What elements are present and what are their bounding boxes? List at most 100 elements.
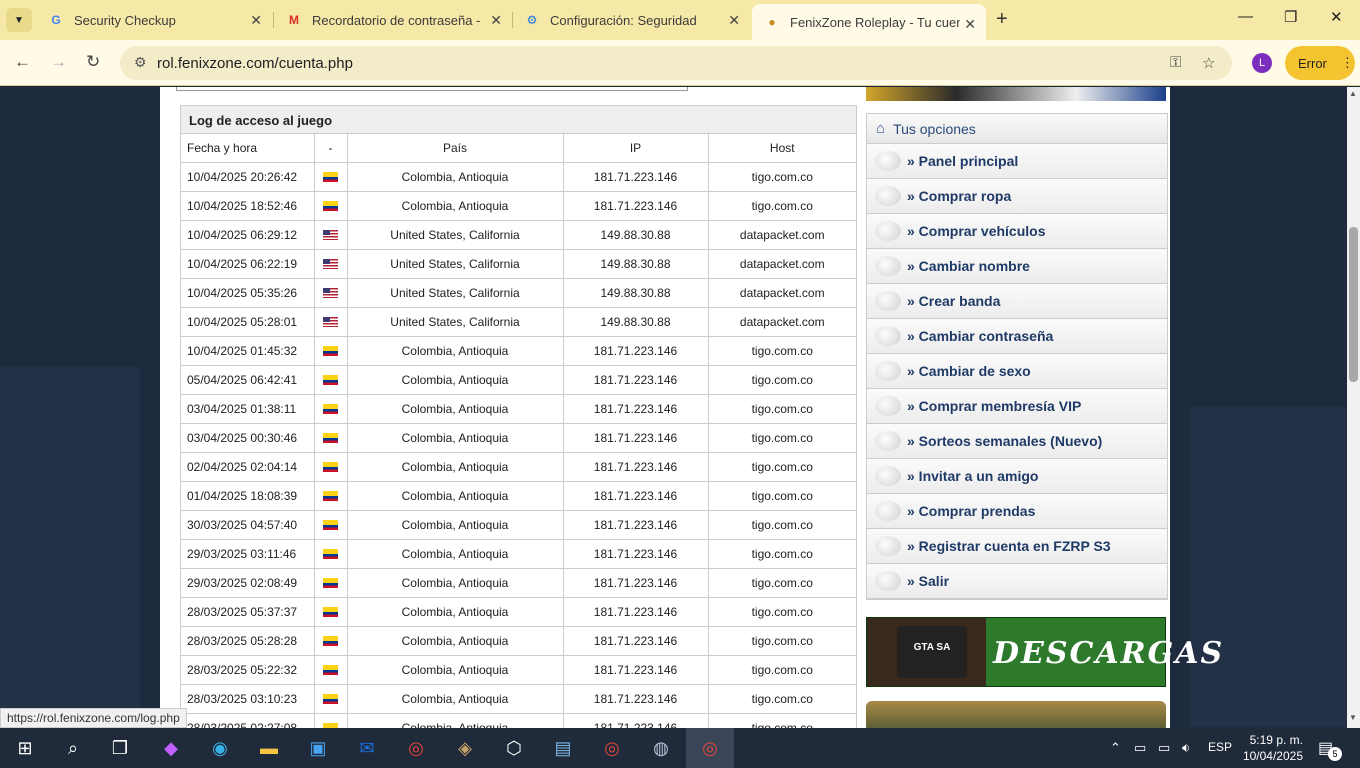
minimize-icon[interactable]: — bbox=[1238, 8, 1253, 25]
task-view-icon[interactable]: ❐ bbox=[107, 736, 133, 760]
log-flag-cell bbox=[314, 510, 348, 540]
unity-hub-icon[interactable]: ⬡ bbox=[501, 736, 527, 760]
log-country-cell: United States, California bbox=[347, 307, 564, 337]
page-scrollbar[interactable]: ▲ ▼ bbox=[1347, 87, 1360, 728]
table-row: 10/04/2025 05:35:26 United States, Califo… bbox=[181, 278, 856, 308]
network-icon[interactable]: ▭ bbox=[1158, 740, 1170, 756]
option-item[interactable]: » Crear banda bbox=[867, 284, 1167, 319]
log-ip-cell: 181.71.223.146 bbox=[563, 655, 709, 685]
log-date-cell: 28/03/2025 02:27:08 bbox=[181, 713, 315, 728]
chrome-profile-icon[interactable]: ◎ bbox=[599, 736, 625, 760]
log-ip-cell: 181.71.223.146 bbox=[563, 162, 709, 192]
tab-configuracion[interactable]: ⚙ Configuración: Seguridad ✕ bbox=[512, 0, 750, 40]
bookmark-star-icon[interactable]: ☆ bbox=[1202, 54, 1215, 72]
remote-desktop-icon[interactable]: ▤ bbox=[550, 736, 576, 760]
colombia-flag-icon bbox=[323, 520, 338, 531]
close-icon[interactable]: ✕ bbox=[964, 16, 976, 33]
tab-fenixzone[interactable]: ● FenixZone Roleplay - Tu cuenta ✕ bbox=[752, 4, 986, 40]
option-item[interactable]: » Comprar vehículos bbox=[867, 214, 1167, 249]
steam-icon[interactable]: ◍ bbox=[648, 736, 674, 760]
chrome-icon[interactable]: ◎ bbox=[403, 736, 429, 760]
option-label: » Cambiar de sexo bbox=[907, 363, 1031, 379]
tab-gmail[interactable]: M Recordatorio de contraseña - lu ✕ bbox=[274, 0, 512, 40]
avatar[interactable]: L bbox=[1252, 53, 1272, 73]
close-icon[interactable]: ✕ bbox=[490, 12, 502, 29]
tab-search-button[interactable]: ▼ bbox=[6, 8, 32, 32]
back-icon[interactable]: ← bbox=[14, 52, 31, 72]
colombia-flag-icon bbox=[323, 665, 338, 676]
restore-icon[interactable]: ❐ bbox=[1284, 8, 1297, 26]
address-bar[interactable]: ⚙ rol.fenixzone.com/cuenta.php ⚿ ☆ bbox=[120, 46, 1232, 80]
option-item[interactable]: » Panel principal bbox=[867, 144, 1167, 179]
chrome-active-icon[interactable]: ◎ bbox=[697, 736, 723, 760]
table-row: 10/04/2025 20:26:42 Colombia, Antioquia 18… bbox=[181, 162, 856, 192]
log-flag-cell bbox=[314, 162, 348, 192]
option-item[interactable]: » Invitar a un amigo bbox=[867, 459, 1167, 494]
colombia-flag-icon bbox=[323, 607, 338, 618]
access-log-table: Fecha y hora - País IP Host 10/04/2025 2… bbox=[181, 134, 856, 728]
option-item[interactable]: » Registrar cuenta en FZRP S3 bbox=[867, 529, 1167, 564]
table-row: 28/03/2025 05:28:28 Colombia, Antioquia 18… bbox=[181, 626, 856, 656]
scrollbar-thumb[interactable] bbox=[1349, 227, 1358, 382]
option-item[interactable]: » Cambiar de sexo bbox=[867, 354, 1167, 389]
log-date-cell: 28/03/2025 03:10:23 bbox=[181, 684, 315, 714]
column-header-ip: IP bbox=[563, 134, 709, 163]
log-host-cell: tigo.com.co bbox=[708, 568, 856, 598]
table-row: 28/03/2025 05:22:32 Colombia, Antioquia 18… bbox=[181, 655, 856, 685]
password-key-icon[interactable]: ⚿ bbox=[1170, 54, 1181, 71]
colombia-flag-icon bbox=[323, 694, 338, 705]
tray-chevron-icon[interactable]: ⌃ bbox=[1110, 740, 1121, 756]
system-clock[interactable]: 5:19 p. m. 10/04/2025 bbox=[1235, 732, 1303, 764]
new-tab-icon[interactable]: + bbox=[996, 8, 1008, 31]
microsoft-store-icon[interactable]: ▣ bbox=[305, 736, 331, 760]
table-row: 10/04/2025 06:29:12 United States, Califo… bbox=[181, 220, 856, 250]
option-item[interactable]: » Salir bbox=[867, 564, 1167, 599]
file-explorer-icon[interactable]: ▬ bbox=[256, 736, 282, 760]
option-item[interactable]: » Sorteos semanales (Nuevo) bbox=[867, 424, 1167, 459]
descargas-banner[interactable]: GTA SA DESCARGAS bbox=[866, 617, 1222, 687]
log-ip-cell: 181.71.223.146 bbox=[563, 365, 709, 395]
option-bullet-icon bbox=[875, 221, 901, 241]
table-row: 02/04/2025 02:04:14 Colombia, Antioquia 18… bbox=[181, 452, 856, 482]
table-row: 30/03/2025 04:57:40 Colombia, Antioquia 18… bbox=[181, 510, 856, 540]
gear-icon: ⚙ bbox=[526, 13, 538, 27]
search-icon[interactable]: ⌕ bbox=[60, 736, 86, 760]
table-header-row: Fecha y hora - País IP Host bbox=[181, 134, 856, 163]
column-header-host: Host bbox=[708, 134, 856, 163]
close-icon[interactable]: ✕ bbox=[250, 12, 262, 29]
close-window-icon[interactable]: ✕ bbox=[1330, 8, 1343, 26]
option-item[interactable]: » Comprar prendas bbox=[867, 494, 1167, 529]
log-flag-cell bbox=[314, 423, 348, 453]
tab-security-checkup[interactable]: G Security Checkup ✕ bbox=[36, 0, 272, 40]
table-row: 29/03/2025 03:11:46 Colombia, Antioquia 18… bbox=[181, 539, 856, 569]
tab-title: Recordatorio de contraseña - lu bbox=[312, 12, 482, 28]
option-item[interactable]: » Cambiar contraseña bbox=[867, 319, 1167, 354]
scroll-up-icon[interactable]: ▲ bbox=[1349, 89, 1357, 98]
close-icon[interactable]: ✕ bbox=[728, 12, 740, 29]
log-date-cell: 02/04/2025 02:04:14 bbox=[181, 452, 315, 482]
log-date-cell: 03/04/2025 01:38:11 bbox=[181, 394, 315, 424]
scroll-down-icon[interactable]: ▼ bbox=[1349, 713, 1357, 722]
colombia-flag-icon bbox=[323, 549, 338, 560]
option-label: » Salir bbox=[907, 573, 950, 589]
reload-icon[interactable]: ↻ bbox=[86, 52, 100, 72]
forward-icon[interactable]: → bbox=[50, 52, 67, 72]
outlook-icon[interactable]: ✉ bbox=[354, 736, 380, 760]
site-info-icon[interactable]: ⚙ bbox=[134, 54, 147, 71]
meet-now-icon[interactable]: ▭ bbox=[1134, 740, 1146, 756]
option-item[interactable]: » Comprar ropa bbox=[867, 179, 1167, 214]
game-app-icon[interactable]: ◈ bbox=[452, 736, 478, 760]
windows-start-icon[interactable]: ⊞ bbox=[12, 736, 38, 760]
edge-icon[interactable]: ◉ bbox=[207, 736, 233, 760]
language-indicator[interactable]: ESP bbox=[1208, 740, 1232, 754]
option-item[interactable]: » Comprar membresía VIP bbox=[867, 389, 1167, 424]
volume-icon[interactable]: 🔉︎ bbox=[1182, 740, 1190, 756]
option-item[interactable]: » Cambiar nombre bbox=[867, 249, 1167, 284]
log-host-cell: tigo.com.co bbox=[708, 365, 856, 395]
copilot-icon[interactable]: ◆ bbox=[158, 736, 184, 760]
log-host-cell: tigo.com.co bbox=[708, 510, 856, 540]
log-host-cell: datapacket.com bbox=[708, 278, 856, 308]
error-button[interactable]: Error ⋮ bbox=[1285, 46, 1355, 80]
promo-banner[interactable] bbox=[866, 701, 1166, 728]
table-row: 10/04/2025 05:28:01 United States, Califo… bbox=[181, 307, 856, 337]
